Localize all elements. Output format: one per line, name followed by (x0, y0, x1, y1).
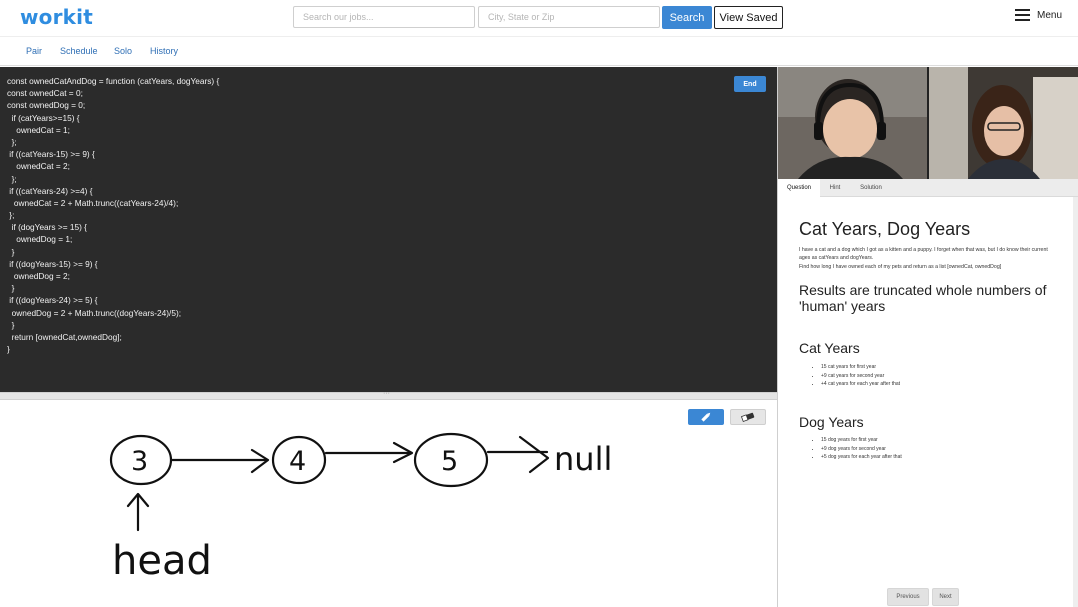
question-subtitle: Results are truncated whole numbers of '… (799, 282, 1047, 314)
code-line[interactable]: }; (0, 136, 777, 148)
code-line[interactable]: const ownedCat = 0; (0, 87, 777, 99)
list-item: 15 cat years for first year (821, 363, 900, 372)
drag-handle-icon[interactable]: ··· (383, 390, 390, 397)
code-line[interactable]: const ownedCatAndDog = function (catYear… (0, 75, 777, 87)
code-line[interactable]: ownedCat = 1; (0, 124, 777, 136)
question-intro-2: Find how long I have owned each of my pe… (799, 263, 1002, 270)
end-session-button[interactable]: End (734, 76, 766, 92)
head-label: head (112, 538, 212, 584)
code-line[interactable]: } (0, 246, 777, 258)
node-5-label: 5 (441, 446, 458, 477)
location-input[interactable] (478, 6, 660, 28)
previous-button[interactable]: Previous (887, 588, 929, 606)
question-scrollbar[interactable] (1073, 197, 1078, 607)
question-description: I have a cat and a dog which I got as a … (799, 246, 1049, 271)
menu-label: Menu (1037, 9, 1063, 21)
code-line[interactable]: return [ownedCat,ownedDog]; (0, 331, 777, 343)
tab-question[interactable]: Question (778, 179, 820, 197)
arrow-5-to-null-head (518, 435, 550, 474)
left-headphone-earcup (814, 122, 823, 140)
question-tabs: Question Hint Solution (778, 179, 1078, 197)
code-line[interactable]: if (dogYears >= 15) { (0, 221, 777, 233)
cat-years-list: 15 cat years for first year +9 cat years… (821, 363, 900, 389)
sub-navigation: Pair Schedule Solo History (0, 37, 1078, 66)
tab-solution[interactable]: Solution (854, 179, 888, 197)
video-right-door (1033, 77, 1078, 179)
menu-button[interactable]: Menu (1015, 9, 1062, 21)
code-line[interactable]: if ((catYears-15) >= 9) { (0, 148, 777, 160)
right-headphone-earcup (877, 122, 886, 140)
dog-years-heading: Dog Years (799, 414, 864, 430)
right-person-face (984, 106, 1024, 156)
question-intro-1: I have a cat and a dog which I got as a … (799, 247, 1048, 262)
nav-schedule[interactable]: Schedule (60, 46, 98, 56)
panel-splitter[interactable]: ··· (0, 390, 777, 400)
code-content[interactable]: const ownedCatAndDog = function (catYear… (0, 67, 777, 355)
next-button[interactable]: Next (932, 588, 959, 606)
question-panel: Cat Years, Dog Years I have a cat and a … (778, 197, 1074, 607)
code-line[interactable]: ownedDog = 1; (0, 233, 777, 245)
search-button[interactable]: Search (662, 6, 712, 29)
top-header: workit Search View Saved Menu (0, 0, 1078, 37)
left-person-face (823, 99, 877, 159)
code-line[interactable]: if ((dogYears-15) >= 9) { (0, 258, 777, 270)
code-line[interactable]: ownedCat = 2; (0, 160, 777, 172)
code-line[interactable]: }; (0, 209, 777, 221)
node-3-label: 3 (131, 446, 148, 477)
linked-list-drawing: 3 4 5 null head (109, 432, 612, 584)
hamburger-icon (1015, 9, 1030, 21)
node-4-label: 4 (289, 446, 306, 477)
nav-history[interactable]: History (150, 46, 178, 56)
video-right-window (928, 67, 968, 179)
code-line[interactable]: if ((catYears-24) >=4) { (0, 185, 777, 197)
list-item: +9 dog years for second year (821, 445, 902, 454)
nav-solo[interactable]: Solo (114, 46, 132, 56)
code-line[interactable]: if (catYears>=15) { (0, 112, 777, 124)
nav-pair[interactable]: Pair (26, 46, 42, 56)
code-line[interactable]: ownedCat = 2 + Math.trunc((catYears-24)/… (0, 197, 777, 209)
code-line[interactable]: ownedDog = 2; (0, 270, 777, 282)
code-line[interactable]: const ownedDog = 0; (0, 99, 777, 111)
list-item: 15 dog years for first year (821, 436, 902, 445)
code-line[interactable]: } (0, 319, 777, 331)
search-jobs-input[interactable] (293, 6, 475, 28)
code-line[interactable]: } (0, 282, 777, 294)
list-item: +4 cat years for each year after that (821, 380, 900, 389)
code-line[interactable]: if ((dogYears-24) >= 5) { (0, 294, 777, 306)
video-call-feed (778, 67, 1078, 179)
cat-years-heading: Cat Years (799, 340, 860, 356)
view-saved-button[interactable]: View Saved (714, 6, 783, 29)
list-item: +5 dog years for each year after that (821, 453, 902, 462)
code-editor[interactable]: const ownedCatAndDog = function (catYear… (0, 67, 777, 392)
dog-years-list: 15 dog years for first year +9 dog years… (821, 436, 902, 462)
null-label: null (554, 440, 612, 478)
whiteboard[interactable]: 3 4 5 null head (0, 400, 777, 607)
list-item: +9 cat years for second year (821, 372, 900, 381)
participants-video (778, 67, 1078, 179)
code-line[interactable]: }; (0, 173, 777, 185)
workit-logo[interactable]: workit (20, 5, 93, 29)
code-line[interactable]: ownedDog = 2 + Math.trunc((dogYears-24)/… (0, 307, 777, 319)
tab-hint[interactable]: Hint (822, 179, 848, 197)
code-line[interactable]: } (0, 343, 777, 355)
question-title: Cat Years, Dog Years (799, 219, 971, 239)
